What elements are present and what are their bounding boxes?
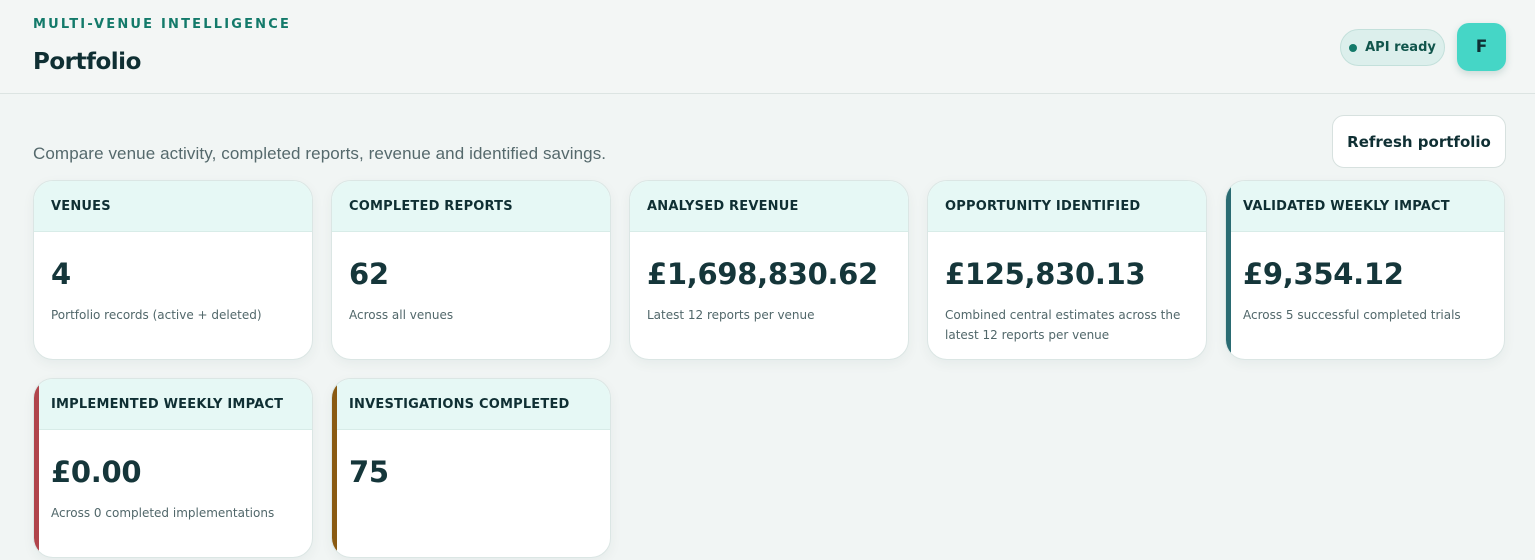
metric-card-venues: VENUES 4 Portfolio records (active + del… [33,180,313,360]
card-accent-bar [34,379,39,557]
metric-card-label: INVESTIGATIONS COMPLETED [332,379,610,430]
metric-card-label: VENUES [34,181,312,232]
metric-card-validated-weekly-impact: VALIDATED WEEKLY IMPACT £9,354.12 Across… [1225,180,1505,360]
top-bar: MULTI-VENUE INTELLIGENCE Portfolio API r… [0,0,1535,94]
metric-card-label: IMPLEMENTED WEEKLY IMPACT [34,379,312,430]
metric-card-value: 62 [349,257,389,291]
card-accent-bar [1226,181,1231,359]
user-avatar[interactable]: F [1457,23,1506,71]
metric-card-caption: Across all venues [349,308,454,322]
metric-card-label: ANALYSED REVENUE [630,181,908,232]
metric-card-caption: Across 0 completed implementations [51,506,275,520]
metric-card-implemented-weekly-impact: IMPLEMENTED WEEKLY IMPACT £0.00 Across 0… [33,378,313,558]
card-accent-bar [332,379,337,557]
metric-card-caption: Portfolio records (active + deleted) [51,308,262,322]
metric-card-label: VALIDATED WEEKLY IMPACT [1226,181,1504,232]
section-eyebrow: MULTI-VENUE INTELLIGENCE [33,17,292,32]
status-dot-icon [1349,43,1358,52]
metric-card-caption: Combined central estimates across the la… [945,308,1181,342]
page-subtitle: Compare venue activity, completed report… [33,144,607,163]
metric-card-caption: Across 5 successful completed trials [1243,308,1461,322]
metric-card-investigations-completed: INVESTIGATIONS COMPLETED 75 [331,378,611,558]
refresh-portfolio-button[interactable]: Refresh portfolio [1332,115,1506,168]
metric-card-caption: Latest 12 reports per venue [647,308,815,322]
metric-card-value: 4 [51,257,71,291]
metric-card-label: OPPORTUNITY IDENTIFIED [928,181,1206,232]
metric-card-value: £9,354.12 [1243,257,1404,291]
api-status-label: API ready [1365,40,1436,55]
metric-card-analysed-revenue: ANALYSED REVENUE £1,698,830.62 Latest 12… [629,180,909,360]
metric-card-value: £125,830.13 [945,257,1146,291]
api-status-badge: API ready [1340,29,1445,66]
metric-card-completed-reports: COMPLETED REPORTS 62 Across all venues [331,180,611,360]
metric-card-label: COMPLETED REPORTS [332,181,610,232]
metric-card-value: £0.00 [51,455,142,489]
page-title: Portfolio [33,49,141,75]
metric-card-opportunity-identified: OPPORTUNITY IDENTIFIED £125,830.13 Combi… [927,180,1207,360]
metric-card-value: £1,698,830.62 [647,257,878,291]
metric-card-value: 75 [349,455,389,489]
